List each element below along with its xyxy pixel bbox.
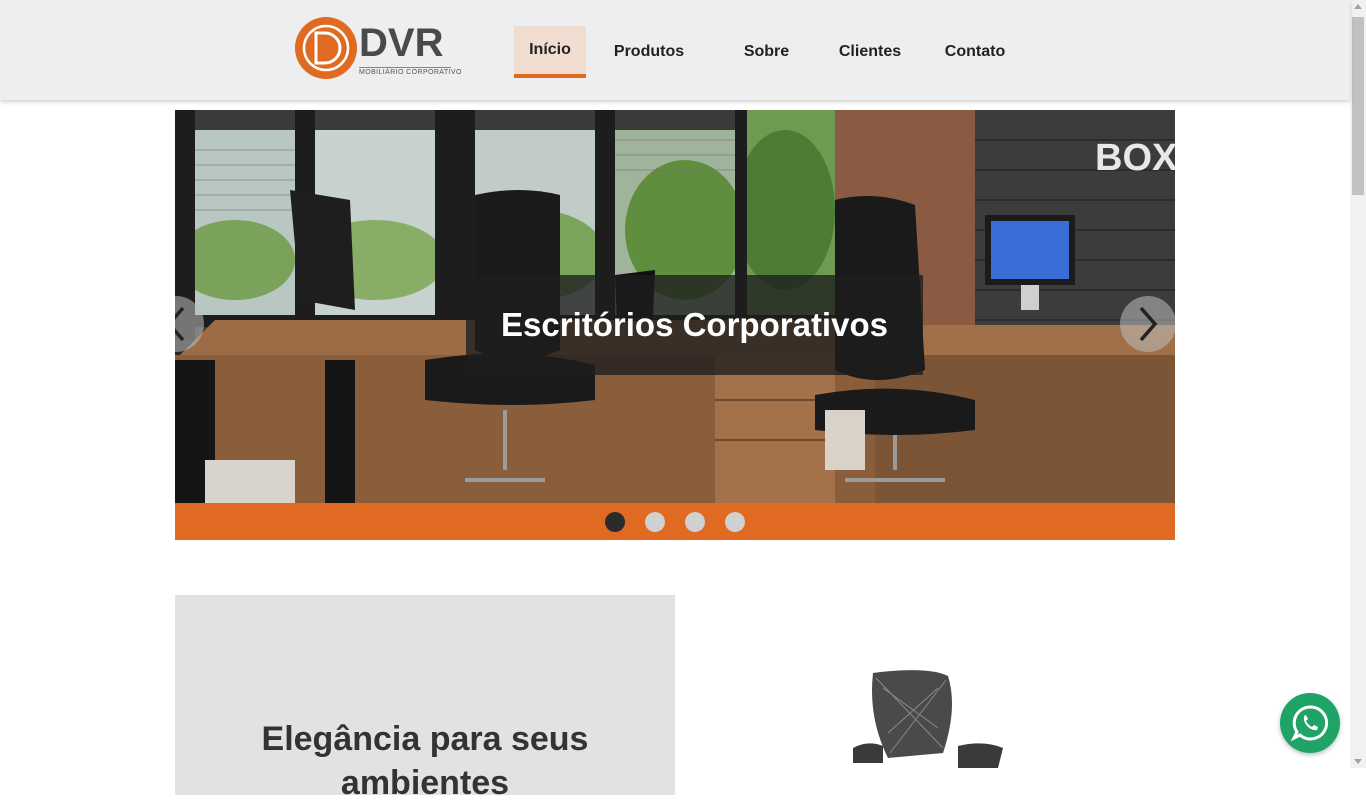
main-nav: Início Produtos Sobre Clientes Contato [514,26,1020,78]
nav-item-sobre[interactable]: Sobre [724,26,809,78]
feature-title: Elegância para seus ambientes [261,720,589,802]
office-chair-image [853,670,1003,768]
carousel-dot-4[interactable] [725,512,745,532]
nav-item-inicio[interactable]: Início [514,26,586,78]
vertical-scrollbar[interactable] [1350,0,1366,768]
slide-caption: Escritórios Corporativos [466,275,923,375]
brand-tagline: MOBILIÁRIO CORPORATIVO [359,67,462,76]
nav-item-contato[interactable]: Contato [930,26,1020,78]
nav-item-produtos[interactable]: Produtos [588,26,710,78]
logo-mark-icon [295,17,357,79]
brand-name: DVR [359,21,444,65]
hero-carousel: BOX Escritórios Corporativos [175,110,1175,540]
carousel-dot-3[interactable] [685,512,705,532]
whatsapp-button[interactable] [1280,693,1340,753]
whatsapp-icon [1291,705,1329,742]
chevron-left-icon [175,306,185,342]
carousel-next-button[interactable] [1120,296,1175,352]
box-wall-sign: BOX [1095,137,1175,179]
site-header: DVR MOBILIÁRIO CORPORATIVO Início Produt… [0,0,1350,100]
chevron-right-icon [1139,306,1158,342]
brand-logo[interactable]: DVR MOBILIÁRIO CORPORATIVO [295,17,462,81]
scroll-up-icon[interactable] [1354,4,1362,9]
scroll-down-icon[interactable] [1354,759,1362,764]
carousel-dot-2[interactable] [645,512,665,532]
carousel-dot-1[interactable] [605,512,625,532]
feature-card: Elegância para seus ambientes [175,595,675,802]
scrollbar-thumb[interactable] [1352,17,1364,195]
nav-item-clientes[interactable]: Clientes [820,26,920,78]
carousel-indicator-bar [175,503,1175,540]
